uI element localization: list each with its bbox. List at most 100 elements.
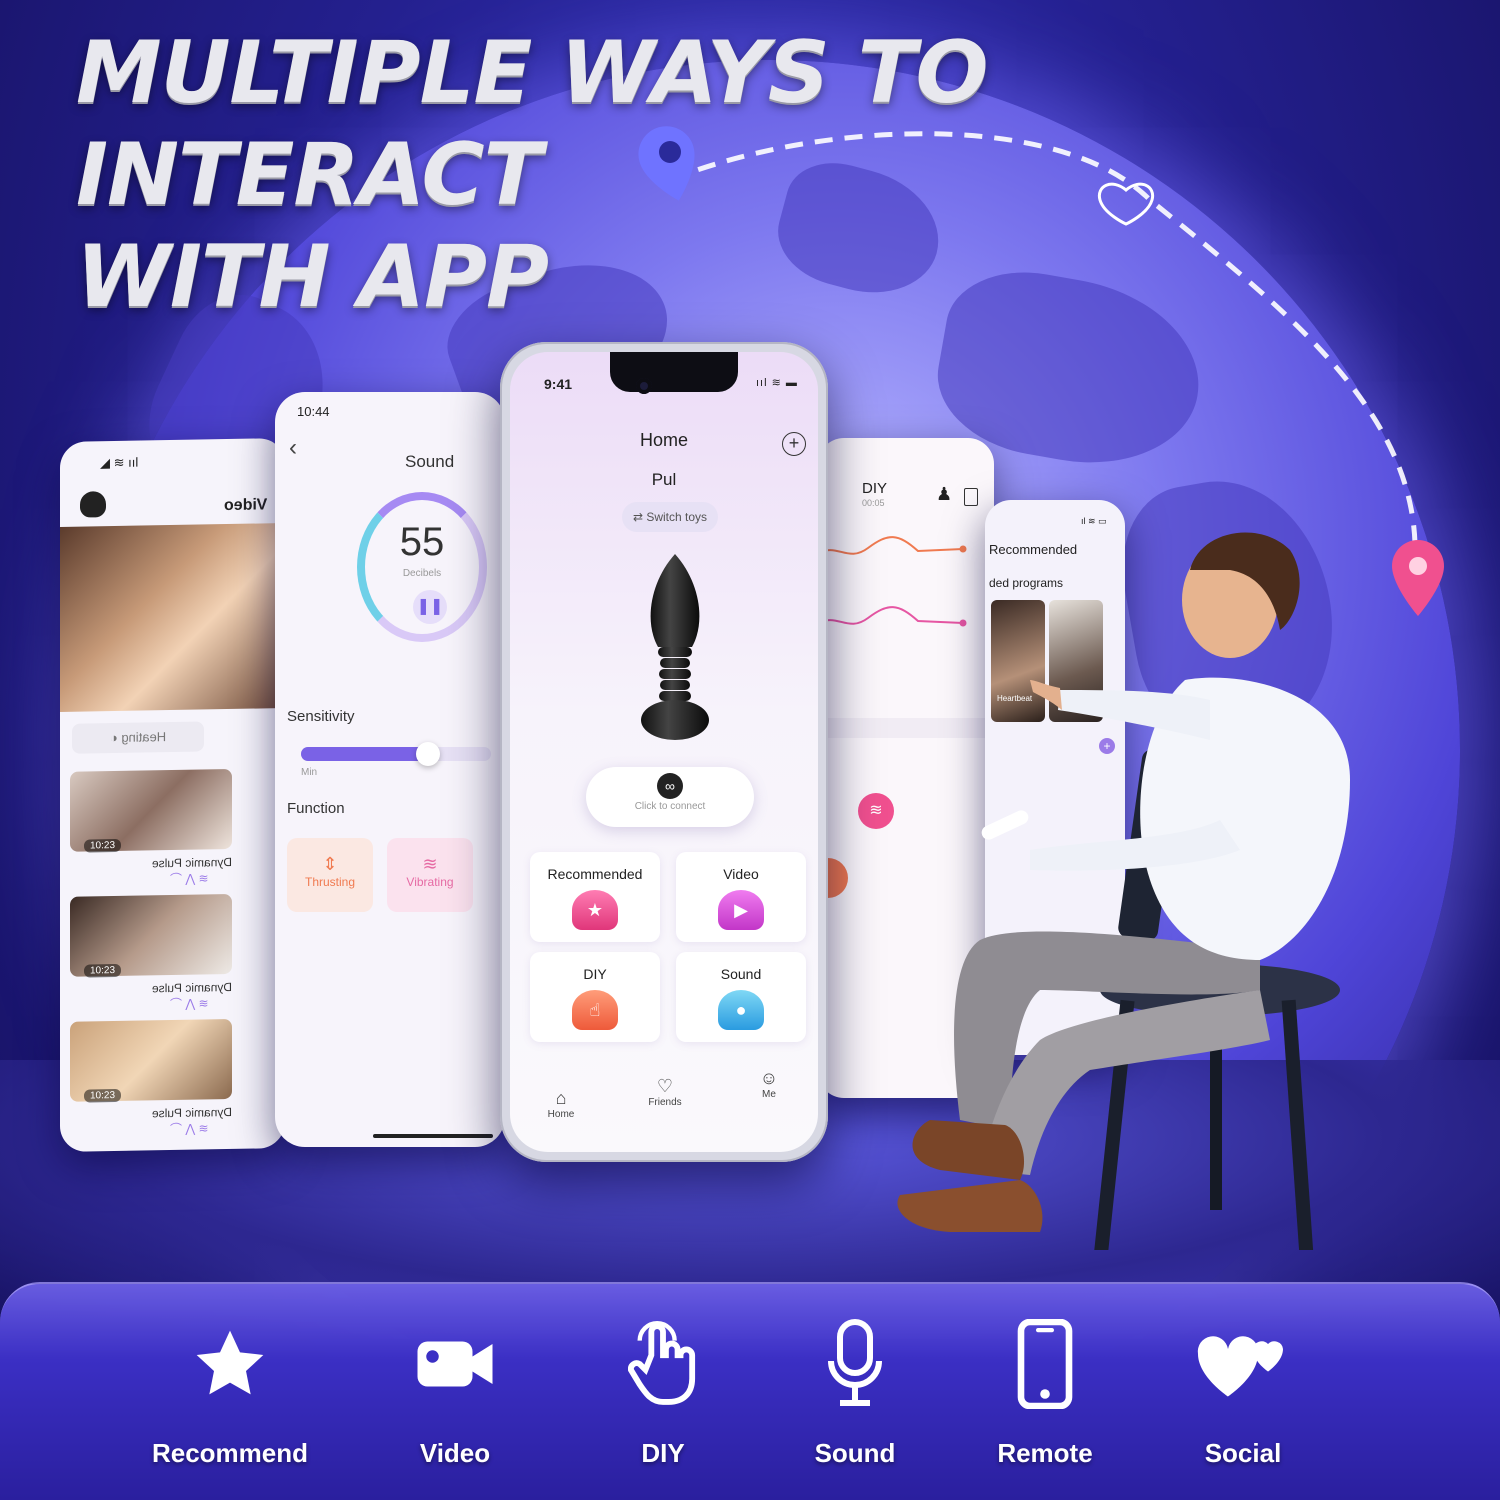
switch-toys-button[interactable]: ⇄ Switch toys — [622, 502, 718, 532]
status-icons: ◢ ≋ ııl — [100, 454, 139, 471]
feature-label: Recommend — [151, 1438, 309, 1468]
heating-label: Heating — [121, 729, 167, 745]
diy-title: DIY — [862, 480, 888, 497]
feature-diy: DIY — [563, 1314, 763, 1469]
tab-label: Home — [547, 1109, 575, 1120]
front-camera — [636, 378, 652, 394]
sensitivity-slider-knob[interactable] — [416, 742, 441, 766]
sound-phone: 10:44 ‹ Sound 55 Decibels ❚❚ Sensitivity… — [275, 392, 505, 1147]
video-caption: Dynamic Pulse — [151, 1104, 232, 1121]
link-icon: ∞ — [657, 773, 683, 799]
main-phone: 9:41 ııl ≋ ▬ Home + Pul ⇄ Switch toys ∞ … — [500, 342, 828, 1162]
mode-icons: ⌒ ⋀ ≋ — [170, 871, 209, 887]
heating-toggle[interactable]: Heating ◐ — [72, 721, 204, 754]
save-icon[interactable] — [964, 488, 978, 506]
main-phone-screen: 9:41 ııl ≋ ▬ Home + Pul ⇄ Switch toys ∞ … — [510, 352, 818, 1152]
toy-icon — [80, 491, 106, 518]
thrusting-label: Thrusting — [304, 875, 356, 889]
hearts-icon — [1143, 1314, 1343, 1414]
add-device-button[interactable]: + — [782, 432, 806, 456]
thrust-arrow-icon: ⇕ — [322, 854, 338, 874]
video-caption: Dynamic Pulse — [151, 854, 232, 871]
function-label: Function — [287, 800, 345, 817]
video-duration: 10:23 — [84, 838, 122, 853]
feature-remote: Remote — [945, 1314, 1145, 1469]
tile-label: Video — [723, 866, 759, 882]
video-title: Video — [223, 496, 267, 515]
swap-icon: ⇄ — [632, 510, 647, 524]
video-list-item[interactable]: 10:23 Dynamic Pulse ⌒ ⋀ ≋ — [70, 893, 232, 1014]
feature-label: Video — [419, 1438, 491, 1468]
mode-icons: ⌒ ⋀ ≋ — [170, 996, 209, 1012]
man-seated-illustration — [897, 532, 1350, 1250]
decibel-value: 55 — [399, 520, 445, 564]
video-camera-icon — [355, 1314, 555, 1414]
sensitivity-min-label: Min — [301, 767, 318, 778]
person-icon: ☺ — [759, 1068, 779, 1088]
tile-recommended[interactable]: Recommended ★ — [530, 852, 660, 942]
status-time: 9:41 — [544, 376, 573, 392]
diy-timer: 00:05 — [862, 498, 885, 508]
tile-video[interactable]: Video ▶ — [676, 852, 806, 942]
hand-icon: ☝ — [572, 990, 618, 1030]
feature-sound: Sound — [755, 1314, 955, 1469]
feature-label: Social — [1204, 1438, 1282, 1468]
video-icon: ▶ — [718, 890, 764, 930]
feature-video: Video — [355, 1314, 555, 1469]
sensitivity-label: Sensitivity — [287, 708, 355, 725]
video-hero-image[interactable] — [60, 523, 285, 712]
video-list-item[interactable]: 10:23 Dynamic Pulse ⌒ ⋀ ≋ — [70, 1018, 232, 1139]
headline-line-2: WITH APP — [76, 227, 549, 327]
feature-banner: Recommend Video DIY Sound Remote Social — [0, 1282, 1500, 1500]
star-icon: ★ — [572, 890, 618, 930]
tile-diy[interactable]: DIY ☝ — [530, 952, 660, 1042]
feature-recommend: Recommend — [130, 1314, 330, 1469]
video-caption: Dynamic Pulse — [151, 979, 232, 996]
microphone-icon — [755, 1314, 955, 1414]
sensitivity-slider-fill — [301, 747, 429, 761]
video-phone: ◢ ≋ ııl Video Heating ◐ 10:23 Dynamic Pu… — [60, 438, 285, 1152]
tile-sound[interactable]: Sound ● — [676, 952, 806, 1042]
video-list-item[interactable]: 10:23 Dynamic Pulse ⌒ ⋀ ≋ — [70, 768, 232, 889]
vibrating-label: Vibrating — [406, 875, 454, 889]
feature-social: Social — [1143, 1314, 1343, 1469]
feature-label: DIY — [641, 1438, 685, 1468]
tab-label: Me — [762, 1089, 776, 1100]
sound-title: Sound — [405, 452, 455, 471]
feature-label: Sound — [814, 1438, 896, 1468]
connect-button[interactable]: ∞ Click to connect — [586, 767, 754, 827]
tile-label: Recommended — [547, 866, 643, 882]
tile-label: DIY — [583, 966, 607, 982]
mic-icon: ● — [718, 990, 764, 1030]
pause-button[interactable]: ❚❚ — [413, 590, 447, 624]
video-duration: 10:23 — [84, 963, 122, 978]
connect-label: Click to connect — [634, 801, 706, 812]
tile-label: Sound — [720, 966, 762, 982]
feature-label: Remote — [997, 1438, 1093, 1468]
friends-icon: ♡ — [656, 1076, 674, 1096]
wave-icon: ≋ — [422, 854, 438, 874]
tab-label: Friends — [648, 1097, 682, 1108]
back-chevron-icon[interactable]: ‹ — [289, 434, 297, 462]
toy-image — [641, 554, 709, 740]
headline: MULTIPLE WAYS TO INTERACT WITH APP — [76, 22, 1476, 328]
toy-icon: ♟ — [936, 484, 953, 504]
status-time: 10:44 — [297, 404, 330, 419]
touch-hand-icon — [563, 1314, 763, 1414]
headline-line-1: MULTIPLE WAYS TO INTERACT — [76, 23, 989, 225]
vibrating-button[interactable]: ≋ Vibrating — [387, 838, 473, 912]
star-icon — [130, 1314, 330, 1414]
home-icon: ⌂ — [555, 1088, 567, 1108]
smartphone-icon — [945, 1314, 1145, 1414]
tab-me[interactable]: ☺ Me — [744, 1068, 794, 1100]
switch-toys-label: Switch toys — [646, 510, 708, 524]
tab-friends[interactable]: ♡ Friends — [640, 1076, 690, 1108]
tab-home[interactable]: ⌂ Home — [536, 1088, 586, 1120]
mode-icons: ⌒ ⋀ ≋ — [170, 1121, 209, 1137]
thrusting-button[interactable]: ⇕ Thrusting — [287, 838, 373, 912]
video-duration: 10:23 — [84, 1088, 122, 1103]
toy-name: Pul — [651, 470, 677, 489]
location-pin-icon — [1392, 540, 1444, 616]
home-indicator — [373, 1134, 493, 1138]
phone-notch — [610, 352, 738, 392]
